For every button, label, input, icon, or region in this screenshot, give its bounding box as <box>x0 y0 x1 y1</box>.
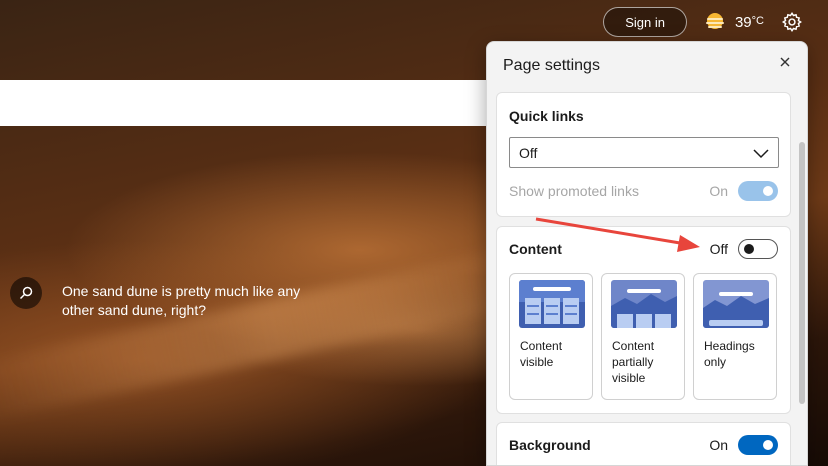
sign-in-button[interactable]: Sign in <box>603 7 687 37</box>
content-visible-thumbnail <box>519 280 585 328</box>
promoted-links-state: On <box>709 183 728 199</box>
background-toggle[interactable] <box>738 435 778 455</box>
quick-links-card: Quick links Off Show promoted links On <box>496 92 791 217</box>
search-icon[interactable] <box>10 277 42 309</box>
chevron-down-icon <box>753 146 769 162</box>
search-bar[interactable] <box>0 80 500 126</box>
background-row: Background On <box>509 435 778 455</box>
content-row: Content Off <box>509 239 778 259</box>
content-partially-visible-thumbnail <box>611 280 677 328</box>
content-title: Content <box>509 241 562 257</box>
close-icon[interactable] <box>777 54 793 70</box>
image-caption[interactable]: One sand dune is pretty much like any ot… <box>10 277 312 320</box>
weather-widget[interactable]: 39°C <box>703 10 764 34</box>
background-card: Background On <box>496 422 791 465</box>
headings-only-thumbnail <box>703 280 769 328</box>
promoted-links-row: Show promoted links On <box>509 181 778 201</box>
sun-haze-icon <box>703 10 727 34</box>
content-card: Content Off Content visible Content part… <box>496 226 791 414</box>
background-state: On <box>709 437 728 453</box>
panel-scrollbar[interactable] <box>799 142 805 404</box>
content-layout-options: Content visible Content partially visibl… <box>509 273 777 400</box>
promoted-links-label: Show promoted links <box>509 183 639 199</box>
panel-title: Page settings <box>503 57 600 74</box>
content-toggle[interactable] <box>738 239 778 259</box>
quick-links-title: Quick links <box>509 108 584 124</box>
quick-links-select[interactable]: Off <box>509 137 779 168</box>
quick-links-selected-value: Off <box>519 144 538 161</box>
layout-label: Content partially visible <box>612 339 655 385</box>
page-settings-panel: Page settings Quick links Off Show promo… <box>486 41 808 466</box>
promoted-links-toggle[interactable] <box>738 181 778 201</box>
layout-content-visible[interactable]: Content visible <box>509 273 593 400</box>
layout-content-partially-visible[interactable]: Content partially visible <box>601 273 685 400</box>
content-state: Off <box>709 241 728 257</box>
caption-text[interactable]: One sand dune is pretty much like any ot… <box>62 277 312 320</box>
top-bar: Sign in 39°C <box>603 6 804 38</box>
background-title: Background <box>509 437 591 453</box>
temperature-value: 39°C <box>734 13 764 31</box>
layout-label: Content visible <box>520 339 563 369</box>
layout-headings-only[interactable]: Headings only <box>693 273 777 400</box>
gear-icon[interactable] <box>780 10 804 34</box>
layout-label: Headings only <box>704 339 755 369</box>
